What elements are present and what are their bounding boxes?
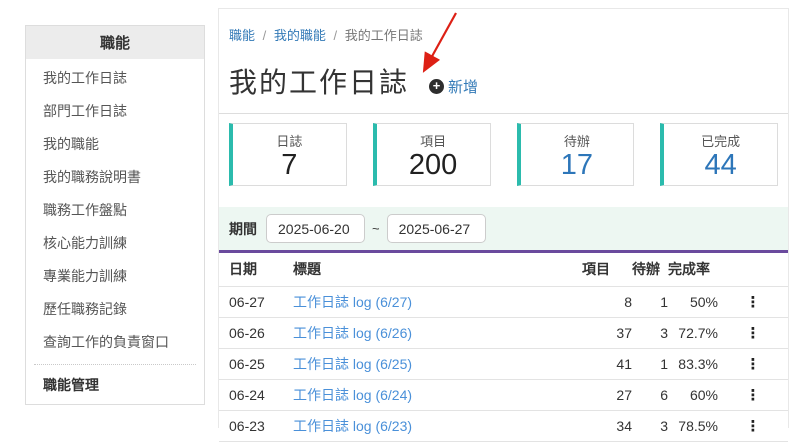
- period-filter-bar: 期間 ~: [219, 207, 788, 253]
- plus-circle-icon: +: [429, 79, 444, 94]
- table-row: 06-25 工作日誌 log (6/25) 41 1 83.3% ⋮: [219, 348, 788, 379]
- sidebar-item-professional-training[interactable]: 專業能力訓練: [26, 260, 204, 293]
- table-row: 06-26 工作日誌 log (6/26) 37 3 72.7% ⋮: [219, 317, 788, 348]
- cell-date: 06-27: [219, 286, 293, 317]
- stat-label: 日誌: [233, 131, 346, 150]
- stat-value: 44: [664, 151, 777, 180]
- sidebar-item-past-positions[interactable]: 歷任職務記錄: [26, 293, 204, 326]
- title-row: 我的工作日誌 + 新增: [219, 61, 788, 101]
- sidebar-item-my-job-description[interactable]: 我的職務說明書: [26, 161, 204, 194]
- sidebar-title: 職能: [26, 26, 204, 59]
- cell-items: 37: [582, 317, 632, 348]
- breadcrumb: 職能 / 我的職能 / 我的工作日誌: [219, 9, 788, 44]
- stat-label: 已完成: [664, 131, 777, 150]
- log-link[interactable]: 工作日誌 log (6/25): [293, 356, 412, 372]
- stat-card-logs: 日誌 7: [229, 123, 347, 186]
- log-link[interactable]: 工作日誌 log (6/23): [293, 418, 412, 434]
- date-to-input[interactable]: [387, 214, 486, 243]
- kebab-menu-icon[interactable]: ⋮: [746, 357, 761, 372]
- cell-title: 工作日誌 log (6/23): [293, 410, 582, 441]
- cell-items: 41: [582, 348, 632, 379]
- kebab-menu-icon[interactable]: ⋮: [746, 388, 761, 403]
- sidebar: 職能 我的工作日誌 部門工作日誌 我的職能 我的職務說明書 職務工作盤點 核心能…: [25, 25, 205, 405]
- work-log-table: 日期 標題 項目 待辦 完成率 06-27 工作日誌 log (6/27) 8 …: [219, 253, 788, 442]
- breadcrumb-current: 我的工作日誌: [345, 28, 423, 43]
- kebab-menu-icon[interactable]: ⋮: [746, 295, 761, 310]
- kebab-menu-icon[interactable]: ⋮: [746, 326, 761, 341]
- table-header-row: 日期 標題 項目 待辦 完成率: [219, 253, 788, 286]
- breadcrumb-separator: /: [334, 28, 338, 43]
- stat-card-completed: 已完成 44: [660, 123, 778, 186]
- breadcrumb-separator: /: [263, 28, 267, 43]
- cell-completion: 78.5%: [668, 410, 718, 441]
- log-link[interactable]: 工作日誌 log (6/26): [293, 325, 412, 341]
- stat-card-items: 項目 200: [373, 123, 491, 186]
- kebab-menu-icon[interactable]: ⋮: [746, 419, 761, 434]
- cell-completion: 72.7%: [668, 317, 718, 348]
- cell-items: 34: [582, 410, 632, 441]
- main-panel: 職能 / 我的職能 / 我的工作日誌 我的工作日誌 + 新增 日誌 7 項目 2…: [218, 8, 789, 428]
- cell-todo: 6: [632, 379, 668, 410]
- sidebar-item-my-work-log[interactable]: 我的工作日誌: [26, 62, 204, 95]
- date-from-input[interactable]: [266, 214, 365, 243]
- cell-todo: 1: [632, 286, 668, 317]
- page-title: 我的工作日誌: [229, 61, 409, 101]
- breadcrumb-link-my-competency[interactable]: 我的職能: [274, 28, 326, 43]
- cell-title: 工作日誌 log (6/26): [293, 317, 582, 348]
- cell-title: 工作日誌 log (6/27): [293, 286, 582, 317]
- add-button-label: 新增: [448, 76, 478, 97]
- period-label: 期間: [229, 219, 257, 239]
- sidebar-divider: [34, 364, 196, 365]
- cell-date: 06-24: [219, 379, 293, 410]
- cell-todo: 3: [632, 317, 668, 348]
- table-row: 06-27 工作日誌 log (6/27) 8 1 50% ⋮: [219, 286, 788, 317]
- cell-todo: 1: [632, 348, 668, 379]
- sidebar-item-my-competency[interactable]: 我的職能: [26, 128, 204, 161]
- sidebar-item-dept-work-log[interactable]: 部門工作日誌: [26, 95, 204, 128]
- stat-label: 項目: [377, 131, 490, 150]
- cell-date: 06-25: [219, 348, 293, 379]
- breadcrumb-link-competency[interactable]: 職能: [229, 28, 255, 43]
- stat-label: 待辦: [521, 131, 634, 150]
- cell-items: 8: [582, 286, 632, 317]
- cell-title: 工作日誌 log (6/25): [293, 348, 582, 379]
- cell-items: 27: [582, 379, 632, 410]
- cell-date: 06-26: [219, 317, 293, 348]
- table-row: 06-23 工作日誌 log (6/23) 34 3 78.5% ⋮: [219, 410, 788, 441]
- stats-row: 日誌 7 項目 200 待辦 17 已完成 44: [219, 114, 788, 186]
- sidebar-item-competency-management[interactable]: 職能管理: [26, 369, 204, 402]
- table-row: 06-24 工作日誌 log (6/24) 27 6 60% ⋮: [219, 379, 788, 410]
- cell-date: 06-23: [219, 410, 293, 441]
- header-todo: 待辦: [632, 253, 668, 286]
- header-items: 項目: [582, 253, 632, 286]
- log-link[interactable]: 工作日誌 log (6/27): [293, 294, 412, 310]
- cell-title: 工作日誌 log (6/24): [293, 379, 582, 410]
- period-separator: ~: [372, 221, 380, 236]
- stat-value: 17: [521, 151, 634, 180]
- header-menu: [718, 253, 788, 286]
- sidebar-item-job-inventory[interactable]: 職務工作盤點: [26, 194, 204, 227]
- stat-value: 7: [233, 151, 346, 180]
- cell-completion: 50%: [668, 286, 718, 317]
- header-date: 日期: [219, 253, 293, 286]
- sidebar-item-core-training[interactable]: 核心能力訓練: [26, 227, 204, 260]
- cell-completion: 83.3%: [668, 348, 718, 379]
- stat-value: 200: [377, 151, 490, 180]
- header-title: 標題: [293, 253, 582, 286]
- sidebar-menu: 我的工作日誌 部門工作日誌 我的職能 我的職務說明書 職務工作盤點 核心能力訓練…: [26, 59, 204, 359]
- cell-todo: 3: [632, 410, 668, 441]
- add-button[interactable]: + 新增: [429, 76, 478, 97]
- header-completion: 完成率: [668, 253, 718, 286]
- log-link[interactable]: 工作日誌 log (6/24): [293, 387, 412, 403]
- cell-completion: 60%: [668, 379, 718, 410]
- stat-card-todo: 待辦 17: [517, 123, 635, 186]
- sidebar-item-contact-lookup[interactable]: 查詢工作的負責窗口: [26, 326, 204, 359]
